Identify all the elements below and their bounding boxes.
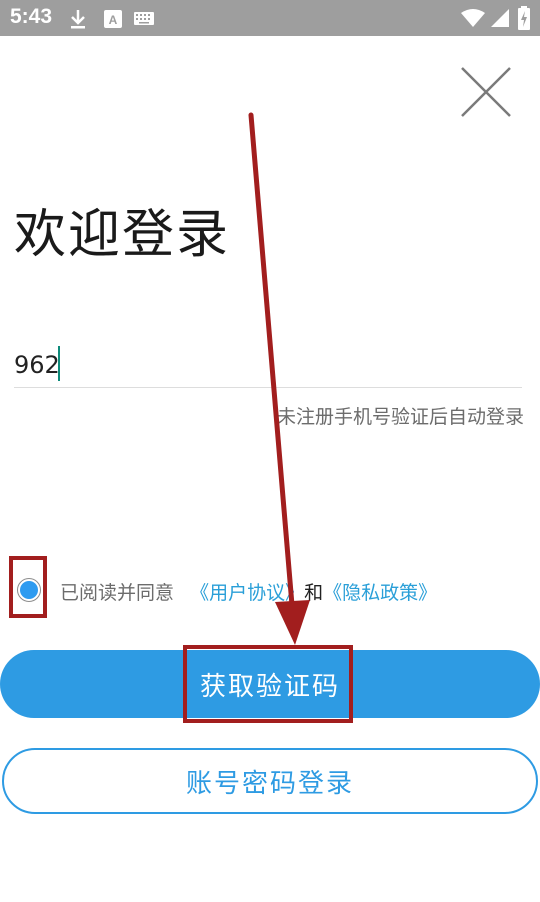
annotation-arrow xyxy=(248,112,310,645)
